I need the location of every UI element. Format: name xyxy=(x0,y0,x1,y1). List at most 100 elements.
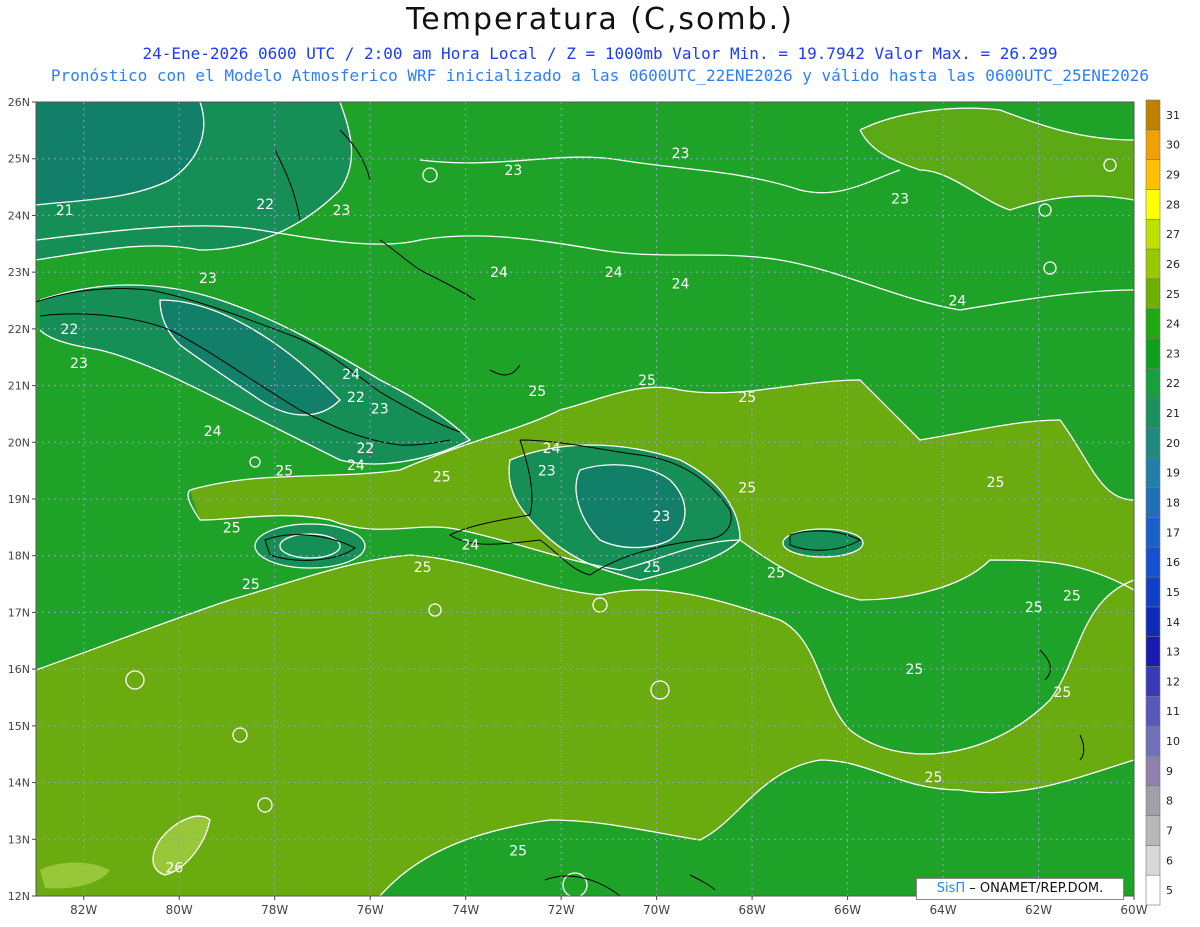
x-tick-label: 64W xyxy=(929,903,956,917)
colorbar-label: 31 xyxy=(1166,109,1180,122)
contour-label: 25 xyxy=(638,373,656,389)
colorbar-swatch xyxy=(1145,338,1161,369)
colorbar-swatch xyxy=(1145,308,1161,339)
colorbar-label: 14 xyxy=(1166,616,1180,629)
colorbar-label: 23 xyxy=(1166,347,1180,360)
colorbar-swatch xyxy=(1145,636,1161,667)
y-tick-label: 21N xyxy=(8,380,30,393)
y-tick-label: 14N xyxy=(8,777,30,790)
latitude-axis: 12N 13N 14N 15N 16N 17N 18N 19N 20N 21N 22N 23N 24N 2… xyxy=(8,96,36,903)
colorbar-label: 6 xyxy=(1166,854,1173,867)
y-tick-label: 22N xyxy=(8,323,30,336)
contour-label: 25 xyxy=(738,481,756,497)
colorbar-label: 21 xyxy=(1166,407,1180,420)
contour-label: 23 xyxy=(538,464,556,480)
colorbar-swatch xyxy=(1145,606,1161,637)
colorbar-swatch xyxy=(1145,99,1161,131)
colorbar-label: 13 xyxy=(1166,646,1180,659)
contour-label: 25 xyxy=(925,770,943,786)
y-tick-label: 20N xyxy=(8,436,30,449)
contour-label: 22 xyxy=(61,322,79,338)
contour-label: 25 xyxy=(738,390,756,406)
y-tick-label: 19N xyxy=(8,493,30,506)
contour-label: 23 xyxy=(504,163,522,179)
colorbar-swatch xyxy=(1145,845,1161,876)
colorbar: 5 6 7 8 9 10 11 12 13 14 15 16 17 18 19 20 21 22 23 24 25 26 2… xyxy=(1145,99,1180,906)
temperature-field xyxy=(36,102,1134,896)
colorbar-label: 19 xyxy=(1166,467,1180,480)
contour-label: 23 xyxy=(70,356,88,372)
colorbar-swatch xyxy=(1145,159,1161,190)
x-tick-label: 66W xyxy=(834,903,861,917)
x-tick-label: 72W xyxy=(548,903,575,917)
y-tick-label: 13N xyxy=(8,833,30,846)
contour-label: 22 xyxy=(347,390,365,406)
colorbar-label: 25 xyxy=(1166,288,1180,301)
contour-label: 24 xyxy=(543,441,561,457)
colorbar-label: 10 xyxy=(1166,735,1180,748)
colorbar-swatch xyxy=(1145,248,1161,280)
contour-label: 25 xyxy=(242,577,260,593)
colorbar-swatch xyxy=(1145,397,1161,429)
colorbar-swatch xyxy=(1145,576,1161,608)
colorbar-swatch xyxy=(1145,815,1161,846)
contour-label: 25 xyxy=(987,475,1005,491)
x-tick-label: 60W xyxy=(1120,903,1147,917)
colorbar-swatch xyxy=(1145,129,1161,160)
x-tick-label: 70W xyxy=(643,903,670,917)
x-tick-label: 80W xyxy=(166,903,193,917)
colorbar-label: 17 xyxy=(1166,526,1180,539)
sispi-logo: SisΠ xyxy=(936,881,966,896)
colorbar-label: 7 xyxy=(1166,824,1173,837)
y-tick-label: 23N xyxy=(8,266,30,279)
colorbar-label: 15 xyxy=(1166,586,1180,599)
colorbar-swatch xyxy=(1145,725,1161,757)
contour-label: 24 xyxy=(605,265,623,281)
contour-label: 25 xyxy=(414,560,432,576)
colorbar-swatch xyxy=(1145,546,1161,578)
colorbar-swatch xyxy=(1145,695,1161,727)
contour-label: 24 xyxy=(342,367,360,383)
colorbar-label: 9 xyxy=(1166,765,1173,778)
colorbar-swatch xyxy=(1145,666,1161,697)
contour-label: 25 xyxy=(433,469,451,485)
colorbar-label: 5 xyxy=(1166,884,1173,897)
colorbar-label: 26 xyxy=(1166,258,1180,271)
colorbar-label: 16 xyxy=(1166,556,1180,569)
contour-label: 25 xyxy=(509,844,527,860)
x-tick-label: 62W xyxy=(1025,903,1052,917)
contour-label: 24 xyxy=(948,294,966,310)
contour-label: 24 xyxy=(490,265,508,281)
colorbar-swatch xyxy=(1145,874,1161,906)
contour-label: 23 xyxy=(891,191,909,207)
colorbar-swatch xyxy=(1145,785,1161,816)
x-tick-label: 76W xyxy=(357,903,384,917)
contour-label: 24 xyxy=(462,537,480,553)
colorbar-label: 24 xyxy=(1166,318,1180,331)
contour-label: 25 xyxy=(223,520,241,536)
contour-label: 25 xyxy=(905,662,923,678)
colorbar-label: 28 xyxy=(1166,198,1180,211)
y-tick-label: 24N xyxy=(8,209,30,222)
temperature-map: 21 22 2323232323222324 24242424222324222425… xyxy=(8,96,1180,917)
contour-label: 23 xyxy=(371,401,389,417)
y-tick-label: 15N xyxy=(8,720,30,733)
contour-label: 25 xyxy=(767,566,785,582)
contour-label: 24 xyxy=(347,458,365,474)
colorbar-swatch xyxy=(1145,189,1161,220)
colorbar-label: 8 xyxy=(1166,795,1173,808)
contour-label: 23 xyxy=(672,146,690,162)
contour-label: 25 xyxy=(528,384,546,400)
x-tick-label: 74W xyxy=(452,903,479,917)
y-tick-label: 18N xyxy=(8,550,30,563)
x-tick-label: 68W xyxy=(739,903,766,917)
y-tick-label: 16N xyxy=(8,663,30,676)
x-tick-label: 82W xyxy=(70,903,97,917)
colorbar-label: 27 xyxy=(1166,228,1180,241)
colorbar-swatch xyxy=(1145,755,1161,787)
contour-label: 25 xyxy=(275,464,293,480)
colorbar-label: 29 xyxy=(1166,169,1180,182)
credit-box: SisΠ – ONAMET/REP.DOM. xyxy=(916,878,1124,900)
colorbar-label: 20 xyxy=(1166,437,1180,450)
colorbar-label: 22 xyxy=(1166,377,1180,390)
